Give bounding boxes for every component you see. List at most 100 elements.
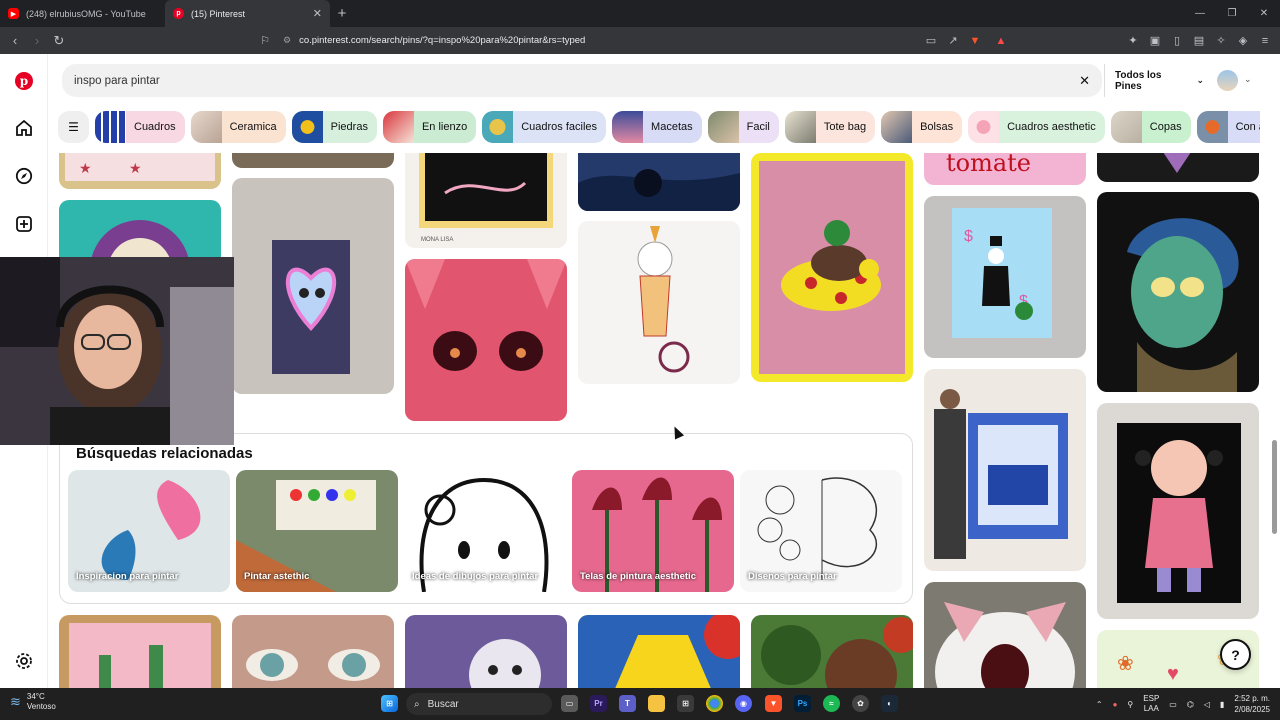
avatar[interactable] — [1217, 70, 1238, 91]
tab-youtube[interactable]: ▶ (248) elrubiusOMG - YouTube — [0, 0, 165, 27]
account-chevron-icon[interactable]: ⌄ — [1244, 74, 1252, 85]
related-search-card[interactable]: Inspiracion para pintar — [68, 470, 230, 592]
settings-icon[interactable] — [12, 649, 36, 673]
sidebar-toggle-icon[interactable]: ▯ — [1166, 34, 1188, 47]
pin-card[interactable] — [924, 369, 1086, 571]
battery-icon[interactable]: ▮ — [1220, 700, 1224, 709]
chip[interactable]: Facil — [707, 111, 779, 143]
chip[interactable]: Cuadros faciles — [482, 111, 607, 143]
chip[interactable]: Cuadros — [95, 111, 185, 143]
microphone-icon[interactable]: ● — [1113, 700, 1118, 709]
task-view-icon[interactable]: ▭ — [561, 695, 578, 712]
home-icon[interactable] — [12, 116, 36, 140]
share-icon[interactable]: ↗ — [942, 34, 964, 47]
related-search-card[interactable]: Pintar astethic — [236, 470, 398, 592]
pin-card[interactable] — [232, 153, 394, 168]
related-search-card[interactable]: Disenos para pintar — [740, 470, 902, 592]
address-bar[interactable]: ⚙ co.pinterest.com/search/pins/?q=inspo%… — [283, 31, 973, 50]
weather-widget[interactable]: ≋ 34°C Ventoso — [10, 692, 56, 712]
brave-icon[interactable]: ▼ — [765, 695, 782, 712]
chrome-icon[interactable] — [706, 695, 723, 712]
chip[interactable]: Con a — [1196, 111, 1260, 143]
windows-start-icon[interactable]: ⊞ — [381, 695, 398, 712]
brave-shield-icon[interactable]: ▼ — [964, 35, 986, 47]
language-indicator[interactable]: ESP LAA — [1143, 694, 1159, 714]
forward-icon[interactable]: › — [26, 30, 48, 52]
help-button[interactable]: ? — [1220, 639, 1251, 670]
search-input[interactable] — [74, 74, 1072, 87]
new-tab-button[interactable]: + — [330, 0, 354, 27]
chip[interactable]: Macetas — [612, 111, 702, 143]
leo-ai-icon[interactable]: ✧ — [1210, 34, 1232, 47]
pin-card[interactable]: tomate — [924, 153, 1086, 185]
photoshop-icon[interactable]: Ps — [794, 695, 811, 712]
pin-card[interactable] — [1097, 153, 1259, 182]
pin-card[interactable] — [578, 221, 740, 384]
chip[interactable]: Cuadros aesthetic — [968, 111, 1105, 143]
chip[interactable]: Bolsas — [881, 111, 963, 143]
pin-card[interactable] — [405, 259, 567, 421]
reload-icon[interactable]: ↻ — [48, 30, 70, 52]
pin-card[interactable] — [751, 615, 913, 688]
store-icon[interactable]: ⊞ — [677, 695, 694, 712]
close-window-icon[interactable]: ✕ — [1248, 0, 1280, 27]
pin-card[interactable]: ★ ★ — [59, 153, 221, 189]
chip[interactable]: Piedras — [291, 111, 377, 143]
create-icon[interactable] — [12, 212, 36, 236]
scrollbar[interactable] — [1270, 54, 1280, 688]
pin-card[interactable] — [1097, 192, 1259, 392]
extensions-icon[interactable]: ✦ — [1122, 34, 1144, 47]
site-info-icon[interactable]: ⚙ — [283, 35, 291, 46]
chip[interactable]: En lienzo — [382, 111, 477, 143]
cast-icon[interactable]: ▭ — [920, 34, 942, 47]
network-icon[interactable]: ⌬ — [1187, 700, 1194, 709]
clear-search-icon[interactable]: ✕ — [1079, 73, 1090, 89]
clock[interactable]: 2:52 p. m. 2/08/2025 — [1234, 693, 1270, 715]
steam-icon[interactable]: ◐ — [881, 695, 898, 712]
related-search-card[interactable]: Telas de pintura aesthetic — [572, 470, 734, 592]
related-search-card[interactable]: Ideas de dibujos para pintar — [404, 470, 566, 592]
pin-card[interactable] — [232, 615, 394, 688]
chevron-up-icon[interactable]: ⌃ — [1096, 700, 1103, 709]
vpn-icon[interactable]: ◈ — [1232, 34, 1254, 47]
pin-card[interactable] — [751, 153, 913, 382]
screenshot-icon[interactable]: ▣ — [1144, 34, 1166, 47]
premiere-icon[interactable]: Pr — [590, 695, 607, 712]
pin-card[interactable]: $ $ — [924, 196, 1086, 358]
pin-card[interactable] — [578, 153, 740, 211]
pin-card[interactable]: MONA LISA — [405, 153, 567, 248]
tab-pinterest[interactable]: p (15) Pinterest ✕ — [165, 0, 330, 27]
wallet-icon[interactable]: ▤ — [1188, 34, 1210, 47]
pin-card[interactable] — [1097, 403, 1259, 619]
restore-icon[interactable]: ❐ — [1216, 0, 1248, 27]
tray-app-icon[interactable]: ⚲ — [1127, 700, 1133, 709]
display-icon[interactable]: ▭ — [1169, 700, 1177, 709]
bookmark-icon[interactable]: ⚐ — [254, 29, 276, 51]
discord-icon[interactable]: ◉ — [735, 695, 752, 712]
pin-card[interactable] — [924, 582, 1086, 688]
volume-icon[interactable]: ◁ — [1204, 700, 1210, 709]
pin-card[interactable] — [232, 178, 394, 394]
filter-settings-button[interactable]: ☰ — [58, 111, 89, 143]
svg-text:$: $ — [964, 228, 973, 245]
chip[interactable]: Copas — [1110, 111, 1191, 143]
file-explorer-icon[interactable] — [648, 695, 665, 712]
scrollbar-thumb[interactable] — [1272, 440, 1277, 534]
chip[interactable]: Tote bag — [784, 111, 876, 143]
teams-icon[interactable]: T — [619, 695, 636, 712]
pin-filter-dropdown[interactable]: Todos los Pines ⌄ — [1104, 64, 1204, 97]
pin-card[interactable] — [59, 615, 221, 688]
back-icon[interactable]: ‹ — [4, 30, 26, 52]
pin-card[interactable] — [405, 615, 567, 688]
close-tab-icon[interactable]: ✕ — [313, 7, 322, 20]
pinterest-logo[interactable]: p — [12, 69, 36, 93]
menu-icon[interactable]: ≡ — [1254, 35, 1276, 47]
taskbar-search[interactable]: ⌕ Buscar — [406, 693, 552, 715]
chip[interactable]: Ceramica — [190, 111, 286, 143]
pin-card[interactable] — [578, 615, 740, 688]
explore-icon[interactable] — [12, 164, 36, 188]
chatgpt-icon[interactable]: ✿ — [852, 695, 869, 712]
rewards-icon[interactable]: ▲ — [990, 35, 1012, 47]
spotify-icon[interactable]: ≈ — [823, 695, 840, 712]
minimize-icon[interactable]: — — [1184, 0, 1216, 27]
